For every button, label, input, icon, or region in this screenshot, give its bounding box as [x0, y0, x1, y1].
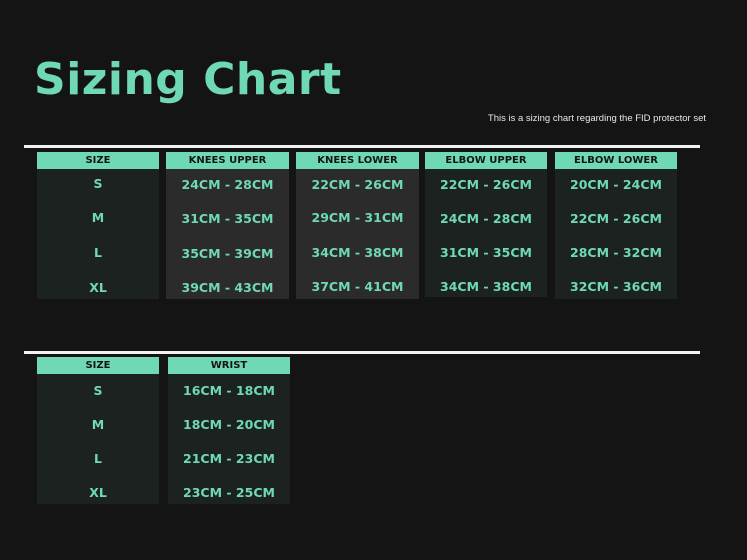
column-body: 16CM - 18CM 18CM - 20CM 21CM - 23CM 23CM…	[168, 374, 290, 504]
column-body: S M L XL	[37, 169, 159, 299]
page-subtitle: This is a sizing chart regarding the FID…	[487, 113, 706, 124]
table-cell: 18CM - 20CM	[183, 417, 275, 432]
table-cell: 31CM - 35CM	[440, 245, 532, 260]
table-cell: 32CM - 36CM	[570, 279, 662, 294]
table-cell: M	[91, 417, 105, 432]
table-cell: 34CM - 38CM	[311, 245, 404, 260]
column-body: 22CM - 26CM 29CM - 31CM 34CM - 38CM 37CM…	[296, 169, 419, 299]
table-cell: XL	[89, 280, 107, 295]
table-cell: 23CM - 25CM	[183, 485, 275, 500]
table-cell: L	[94, 451, 102, 466]
table-cell: 22CM - 26CM	[311, 177, 404, 192]
table-cell: 21CM - 23CM	[183, 451, 275, 466]
table-cell: 22CM - 26CM	[440, 177, 532, 192]
table-cell: 24CM - 28CM	[181, 177, 274, 192]
column-header: ELBOW LOWER	[555, 152, 677, 169]
table-cell: S	[93, 383, 103, 398]
divider-bottom	[24, 351, 700, 354]
table-cell: XL	[89, 485, 107, 500]
column-elbow-lower: ELBOW LOWER 20CM - 24CM 22CM - 26CM 28CM…	[555, 152, 677, 299]
table-cell: L	[94, 245, 102, 260]
column-elbow-upper: ELBOW UPPER 22CM - 26CM 24CM - 28CM 31CM…	[425, 152, 547, 297]
column-header: ELBOW UPPER	[425, 152, 547, 169]
table-cell: 34CM - 38CM	[440, 279, 532, 294]
column-knees-upper: KNEES UPPER 24CM - 28CM 31CM - 35CM 35CM…	[166, 152, 289, 299]
column-header: SIZE	[37, 152, 159, 169]
column-knees-lower: KNEES LOWER 22CM - 26CM 29CM - 31CM 34CM…	[296, 152, 419, 299]
column-header: WRIST	[168, 357, 290, 374]
table-cell: 22CM - 26CM	[570, 211, 662, 226]
page-title: Sizing Chart	[34, 54, 342, 105]
table-cell: 28CM - 32CM	[570, 245, 662, 260]
column-body: 22CM - 26CM 24CM - 28CM 31CM - 35CM 34CM…	[425, 169, 547, 297]
divider-top	[24, 145, 700, 148]
column-header: KNEES LOWER	[296, 152, 419, 169]
column-body: 24CM - 28CM 31CM - 35CM 35CM - 39CM 39CM…	[166, 169, 289, 299]
column-header: SIZE	[37, 357, 159, 374]
table-cell: M	[91, 210, 105, 225]
table-cell: 39CM - 43CM	[181, 280, 274, 295]
column-size: SIZE S M L XL	[37, 357, 159, 504]
column-header: KNEES UPPER	[166, 152, 289, 169]
table-cell: 37CM - 41CM	[311, 279, 404, 294]
column-wrist: WRIST 16CM - 18CM 18CM - 20CM 21CM - 23C…	[168, 357, 290, 504]
column-size: SIZE S M L XL	[37, 152, 159, 299]
table-cell: 16CM - 18CM	[183, 383, 275, 398]
table-cell: 24CM - 28CM	[440, 211, 532, 226]
column-body: S M L XL	[37, 374, 159, 504]
table-cell: S	[93, 176, 103, 191]
table-cell: 31CM - 35CM	[181, 211, 274, 226]
table-cell: 29CM - 31CM	[311, 210, 404, 225]
table-cell: 20CM - 24CM	[570, 177, 662, 192]
table-cell: 35CM - 39CM	[181, 246, 274, 261]
column-body: 20CM - 24CM 22CM - 26CM 28CM - 32CM 32CM…	[555, 169, 677, 299]
